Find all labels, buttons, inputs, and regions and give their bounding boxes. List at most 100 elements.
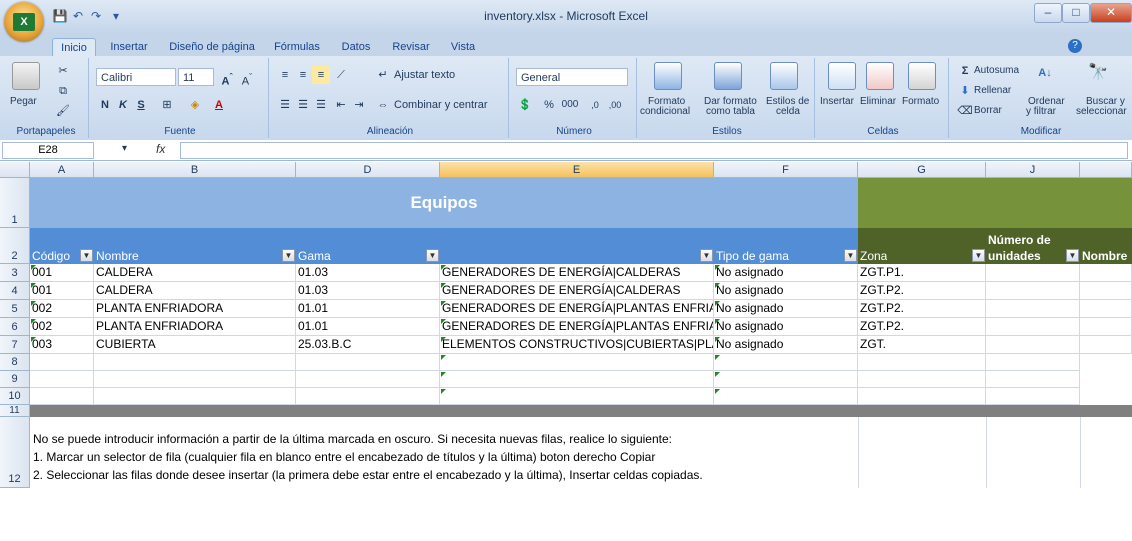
cell-nombre[interactable]: PLANTA ENFRIADORA <box>94 318 296 336</box>
empty-cell[interactable] <box>94 388 296 405</box>
cell-nombre-2[interactable] <box>1080 300 1132 318</box>
cell-zona[interactable]: ZGT.P2. <box>858 282 986 300</box>
error-indicator-icon[interactable] <box>441 355 446 360</box>
empty-cell[interactable] <box>440 371 714 388</box>
percent-button[interactable]: % <box>540 96 558 114</box>
cell-nombre-2[interactable] <box>1080 264 1132 282</box>
error-indicator-icon[interactable] <box>31 283 36 288</box>
cell-tipo-gama[interactable]: No asignado <box>714 300 858 318</box>
cell-styles-button-line2[interactable]: celda <box>776 106 800 117</box>
tab-formulas[interactable]: Fórmulas <box>270 38 324 56</box>
currency-icon[interactable]: 💲 <box>516 96 534 114</box>
cell-codigo[interactable]: 001 <box>30 282 94 300</box>
error-indicator-icon[interactable] <box>715 301 720 306</box>
cell-zona[interactable]: ZGT. <box>858 336 986 354</box>
filter-dropdown-gama[interactable]: ▼ <box>426 249 439 262</box>
cell-tipo-gama[interactable]: No asignado <box>714 264 858 282</box>
underline-button[interactable]: S <box>132 96 150 114</box>
row-header-5[interactable]: 5 <box>0 300 30 318</box>
empty-cell[interactable] <box>714 371 858 388</box>
error-indicator-icon[interactable] <box>441 301 446 306</box>
cell-unidades[interactable] <box>986 300 1080 318</box>
empty-cell[interactable] <box>440 354 714 371</box>
cell-nombre-2[interactable] <box>1080 282 1132 300</box>
align-middle-icon[interactable]: ≡ <box>294 66 312 84</box>
empty-cell[interactable] <box>30 388 94 405</box>
save-icon[interactable]: 💾 <box>52 8 68 24</box>
empty-cell[interactable] <box>30 371 94 388</box>
cell-tipo-gama[interactable]: No asignado <box>714 318 858 336</box>
row-header-3[interactable]: 3 <box>0 264 30 282</box>
empty-cell[interactable] <box>986 388 1080 405</box>
cell-gama[interactable]: 25.03.B.C <box>296 336 440 354</box>
empty-cell[interactable] <box>94 354 296 371</box>
error-indicator-icon[interactable] <box>441 389 446 394</box>
number-format-select[interactable]: General <box>516 68 628 86</box>
empty-cell[interactable] <box>440 388 714 405</box>
align-right-icon[interactable]: ☰ <box>312 96 330 114</box>
empty-cell[interactable] <box>858 371 986 388</box>
error-indicator-icon[interactable] <box>715 265 720 270</box>
increase-decimal-icon[interactable]: ,0 <box>586 96 604 114</box>
decrease-decimal-icon[interactable]: ,00 <box>606 96 624 114</box>
filter-dropdown-zona[interactable]: ▼ <box>972 249 985 262</box>
error-indicator-icon[interactable] <box>31 319 36 324</box>
column-header-next[interactable] <box>1080 162 1132 178</box>
cell-tipo-gama[interactable]: No asignado <box>714 336 858 354</box>
insert-cells-icon[interactable] <box>828 62 856 90</box>
font-color-icon[interactable]: A <box>210 96 228 114</box>
tab-insertar[interactable]: Insertar <box>104 38 154 56</box>
format-as-table-button-line2[interactable]: como tabla <box>706 106 755 117</box>
row-header-1[interactable]: 1 <box>0 178 30 228</box>
help-icon[interactable]: ? <box>1068 39 1082 53</box>
column-header-f[interactable]: F <box>714 162 858 178</box>
cell-gama[interactable]: 01.03 <box>296 264 440 282</box>
row-header-7[interactable]: 7 <box>0 336 30 354</box>
cell-unidades[interactable] <box>986 336 1080 354</box>
tab-revisar[interactable]: Revisar <box>388 38 434 56</box>
cell-nombre-2[interactable] <box>1080 318 1132 336</box>
cell-zona[interactable]: ZGT.P2. <box>858 300 986 318</box>
row-header-10[interactable]: 10 <box>0 388 30 405</box>
tab-vista[interactable]: Vista <box>446 38 480 56</box>
clear-button[interactable]: Borrar <box>974 105 1002 116</box>
error-indicator-icon[interactable] <box>31 301 36 306</box>
insert-cells-button[interactable]: Insertar <box>820 96 854 107</box>
row-header-9[interactable]: 9 <box>0 371 30 388</box>
fill-button[interactable]: Rellenar <box>974 85 1011 96</box>
error-indicator-icon[interactable] <box>441 283 446 288</box>
italic-button[interactable]: K <box>114 96 132 114</box>
align-bottom-icon[interactable]: ≡ <box>312 66 330 84</box>
error-indicator-icon[interactable] <box>441 319 446 324</box>
select-all-corner[interactable] <box>0 162 30 178</box>
empty-cell[interactable] <box>714 388 858 405</box>
close-button[interactable]: ✕ <box>1090 3 1132 23</box>
column-header-j[interactable]: J <box>986 162 1080 178</box>
increase-indent-icon[interactable]: ⇥ <box>350 96 368 114</box>
font-size-select[interactable]: 11 <box>178 68 214 86</box>
filter-dropdown-codigo[interactable]: ▼ <box>80 249 93 262</box>
align-center-icon[interactable]: ☰ <box>294 96 312 114</box>
column-header-b[interactable]: B <box>94 162 296 178</box>
cell-nombre[interactable]: CALDERA <box>94 264 296 282</box>
format-cells-icon[interactable] <box>908 62 936 90</box>
cell-nombre[interactable]: CUBIERTA <box>94 336 296 354</box>
empty-cell[interactable] <box>858 354 986 371</box>
name-box[interactable]: E28 <box>2 142 94 159</box>
cell-codigo[interactable]: 002 <box>30 318 94 336</box>
maximize-button[interactable]: □ <box>1062 3 1090 23</box>
cell-codigo[interactable]: 001 <box>30 264 94 282</box>
empty-cell[interactable] <box>986 371 1080 388</box>
row-header-11[interactable]: 11 <box>0 405 30 417</box>
cell-nombre[interactable]: PLANTA ENFRIADORA <box>94 300 296 318</box>
format-as-table-icon[interactable] <box>714 62 742 90</box>
empty-cell[interactable] <box>714 354 858 371</box>
redo-icon[interactable]: ↷ <box>88 8 104 24</box>
cell-unidades[interactable] <box>986 282 1080 300</box>
row-header-6[interactable]: 6 <box>0 318 30 336</box>
thousands-button[interactable]: 000 <box>558 96 582 114</box>
cell-codigo[interactable]: 002 <box>30 300 94 318</box>
column-header-d[interactable]: D <box>296 162 440 178</box>
copy-icon[interactable]: ⧉ <box>54 82 72 100</box>
cell-styles-icon[interactable] <box>770 62 798 90</box>
